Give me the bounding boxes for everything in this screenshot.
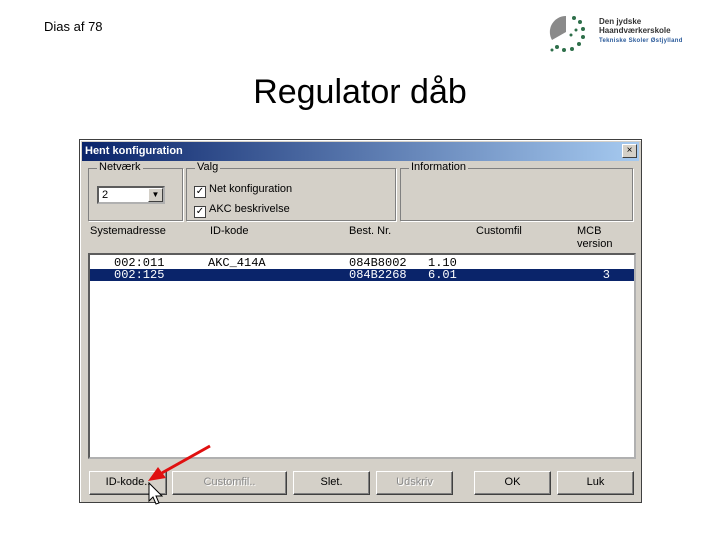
network-group: Netværk 2 ▼ xyxy=(88,161,183,221)
school-logo: Den jydske Haandværkerskole Tekniske Sko… xyxy=(546,12,686,56)
checkbox-label: AKC beskrivelse xyxy=(209,203,290,215)
table-row[interactable]: 002:125 084B2268 6.01 3 xyxy=(90,269,634,281)
network-select[interactable]: 2 ▼ xyxy=(97,186,165,204)
slide-counter: Dias af 78 xyxy=(44,19,103,34)
id-kode-button[interactable]: ID-kode.. xyxy=(89,471,167,495)
checkbox-label: Net konfiguration xyxy=(209,183,293,195)
cell-order-no: 084B2268 xyxy=(349,268,407,282)
column-header-mcb-version[interactable]: MCB version xyxy=(577,225,612,251)
cell-version: 6.01 xyxy=(428,268,457,282)
checkbox-icon[interactable]: ✓ xyxy=(194,206,206,218)
customfil-button[interactable]: Customfil.. xyxy=(172,471,287,495)
network-group-label: Netværk xyxy=(97,161,143,173)
checkbox-icon[interactable]: ✓ xyxy=(194,186,206,198)
logo-text-line2: Haandværkerskole xyxy=(599,26,671,35)
close-button[interactable]: × xyxy=(622,144,637,158)
column-header-systemadresse[interactable]: Systemadresse xyxy=(90,225,166,238)
network-select-value: 2 xyxy=(102,189,109,201)
chevron-down-icon[interactable]: ▼ xyxy=(148,188,163,202)
information-group-label: Information xyxy=(409,161,469,173)
cell-id-code: AKC_414A xyxy=(208,256,266,270)
cell-address: 002:125 xyxy=(114,268,165,282)
close-icon: × xyxy=(626,145,633,156)
logo-mark-icon xyxy=(549,15,585,52)
cell-mcb: 3 xyxy=(602,268,610,282)
udskriv-button[interactable]: Udskriv xyxy=(376,471,453,495)
dialog-title: Hent konfiguration xyxy=(85,145,183,157)
slide-title: Regulator dåb xyxy=(253,73,467,111)
information-group: Information xyxy=(400,161,633,221)
logo-text-line3: Tekniske Skoler Østjylland xyxy=(599,38,683,44)
options-group-label: Valg xyxy=(195,161,221,173)
logo-text-line1: Den jydske xyxy=(599,17,642,26)
hent-konfiguration-dialog: Hent konfiguration × Netværk 2 ▼ Valg ✓ N… xyxy=(79,139,642,503)
luk-button[interactable]: Luk xyxy=(557,471,634,495)
device-list[interactable]: 002:011 AKC_414A 084B8002 1.10 002:125 0… xyxy=(88,253,636,459)
column-header-best-nr[interactable]: Best. Nr. xyxy=(349,225,391,238)
slet-button[interactable]: Slet. xyxy=(293,471,370,495)
ok-button[interactable]: OK xyxy=(474,471,551,495)
akc-beskrivelse-checkbox[interactable]: ✓ AKC beskrivelse xyxy=(194,203,290,218)
column-header-id-kode[interactable]: ID-kode xyxy=(210,225,249,238)
column-header-customfil[interactable]: Customfil xyxy=(476,225,522,238)
dialog-titlebar[interactable]: Hent konfiguration × xyxy=(82,142,639,161)
net-konfiguration-checkbox[interactable]: ✓ Net konfiguration xyxy=(194,183,292,198)
